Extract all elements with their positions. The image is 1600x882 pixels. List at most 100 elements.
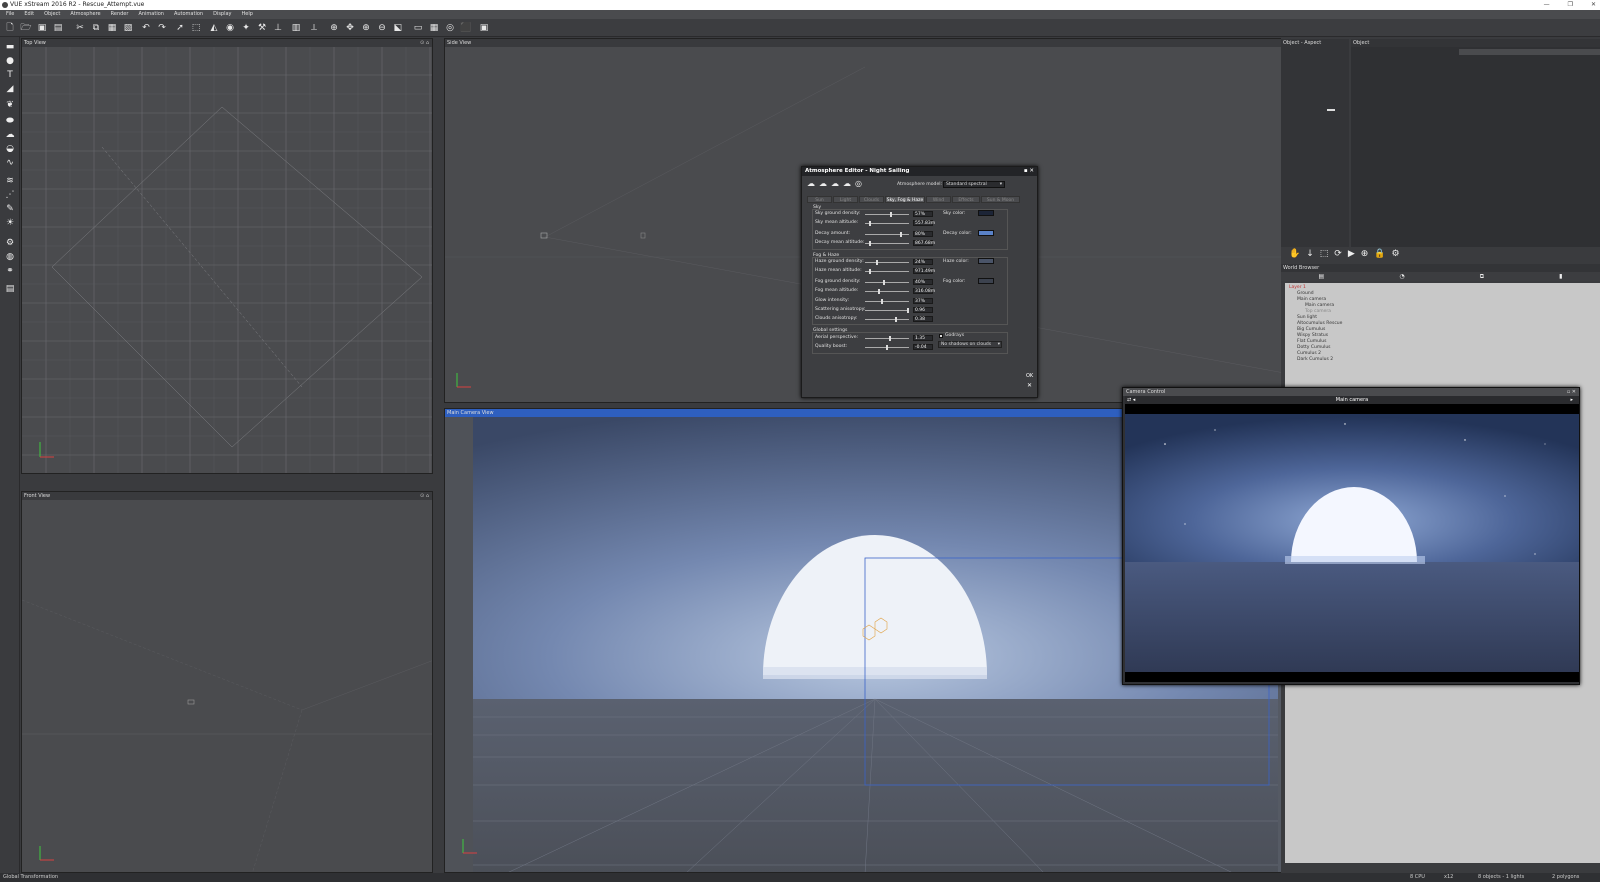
godrays-checkbox[interactable] <box>939 334 943 338</box>
sun-preset-icon[interactable]: ◎ <box>855 179 862 188</box>
select-icon[interactable]: ➚ <box>174 22 186 34</box>
tree-item[interactable]: Flat Cumulus <box>1297 339 1326 344</box>
slider-value-field[interactable]: 971.49m <box>913 268 935 274</box>
wand-icon[interactable]: ⚒ <box>256 22 268 34</box>
lock-icon[interactable]: 🔒 <box>1374 249 1385 259</box>
frame-icon[interactable]: ⬚ <box>1320 249 1329 259</box>
slider-track[interactable] <box>865 271 909 272</box>
menu-render[interactable]: Render <box>109 10 137 19</box>
slider-handle[interactable] <box>890 212 892 217</box>
sky-color-swatch[interactable] <box>978 210 994 216</box>
new-file-icon[interactable]: 🗋 <box>4 22 16 34</box>
slider-track[interactable] <box>865 291 909 292</box>
slider-handle[interactable] <box>876 260 878 265</box>
tree-item[interactable]: Wispy Stratus <box>1297 333 1328 338</box>
zoom-in-icon[interactable]: ⊕ <box>360 22 372 34</box>
view-options-icon[interactable]: ⊙ ⌂ <box>420 39 429 47</box>
global-icon[interactable]: ⊕ <box>328 22 340 34</box>
slider-value-field[interactable]: 80% <box>913 231 933 237</box>
tab-clouds[interactable]: Clouds <box>859 196 884 203</box>
ok-button[interactable]: OK <box>1026 373 1033 379</box>
dialog-close-icon[interactable]: ▪ ✕ <box>1024 167 1034 176</box>
model-select[interactable]: Standard spectral ▾ <box>943 181 1005 188</box>
sphere-icon[interactable]: ● <box>4 55 16 67</box>
camera-icon[interactable]: ⬛ <box>460 22 472 34</box>
cloud-icon[interactable]: ☁ <box>4 129 16 141</box>
slider-value-field[interactable]: 557.83m <box>913 220 935 226</box>
slider-track[interactable] <box>865 214 909 215</box>
materials-tab-icon[interactable]: ◔ <box>1399 273 1404 280</box>
menu-file[interactable]: File <box>4 10 22 19</box>
tree-item[interactable]: Top camera <box>1305 309 1331 314</box>
eco-icon[interactable]: ⋰ <box>4 189 16 201</box>
objects-tab-icon[interactable]: ▤ <box>1319 273 1325 280</box>
palette-icon[interactable]: ✦ <box>240 22 252 34</box>
tab-effects[interactable]: Effects <box>952 196 980 203</box>
orbit-icon[interactable]: ⟳ <box>1334 249 1342 259</box>
slider-track[interactable] <box>865 262 909 263</box>
maximize-icon[interactable]: ❐ <box>1568 0 1573 10</box>
cloud-preset-icon[interactable]: ☁ <box>831 179 839 188</box>
close-icon[interactable]: ✕ <box>1591 0 1596 10</box>
ruler-icon[interactable]: ▬ <box>4 41 16 53</box>
mirror-icon[interactable]: ⟂ <box>308 22 320 34</box>
play-icon[interactable]: ▶ <box>1348 249 1355 259</box>
slider-handle[interactable] <box>886 345 888 350</box>
slider-track[interactable] <box>865 234 909 235</box>
view-options-icon[interactable]: ⊙ ⌂ <box>420 492 429 500</box>
slider-track[interactable] <box>865 310 909 311</box>
fog-color-swatch[interactable] <box>978 278 994 284</box>
copy-icon[interactable]: ⧉ <box>90 22 102 34</box>
plant-icon[interactable]: ❦ <box>4 99 16 111</box>
tree-item[interactable]: Altocumulus Rescue <box>1297 321 1342 326</box>
terrain-icon[interactable]: ◭ <box>208 22 220 34</box>
zoom-out-icon[interactable]: ⊖ <box>376 22 388 34</box>
slider-value-field[interactable]: 24% <box>913 259 933 265</box>
planet-icon[interactable]: ◒ <box>4 143 16 155</box>
shadows-select[interactable]: No shadows on clouds ▾ <box>938 341 1002 348</box>
paint-icon[interactable]: ✎ <box>4 203 16 215</box>
menu-object[interactable]: Object <box>42 10 68 19</box>
haze-color-swatch[interactable] <box>978 258 994 264</box>
spot-icon[interactable]: ⚙ <box>4 237 16 249</box>
align-icon[interactable]: ▥ <box>290 22 302 34</box>
slider-track[interactable] <box>865 243 909 244</box>
render-preview-icon[interactable]: ◎ <box>444 22 456 34</box>
slider-value-field[interactable]: -0.04 <box>913 344 933 350</box>
paste-icon[interactable]: ▦ <box>106 22 118 34</box>
slider-handle[interactable] <box>878 289 880 294</box>
tab-sun[interactable]: Sun <box>807 196 832 203</box>
fit-icon[interactable]: ⬕ <box>392 22 404 34</box>
slider-handle[interactable] <box>889 336 891 341</box>
spline-icon[interactable]: ∿ <box>4 157 16 169</box>
decay-color-swatch[interactable] <box>978 230 994 236</box>
links-tab-icon[interactable]: ⧉ <box>1480 273 1484 281</box>
metablob-icon[interactable]: ⚭ <box>4 265 16 277</box>
menu-automation[interactable]: Automation <box>172 10 211 19</box>
slider-track[interactable] <box>865 282 909 283</box>
tree-item[interactable]: Big Cumulus <box>1297 327 1325 332</box>
slider-handle[interactable] <box>907 308 909 313</box>
group-icon[interactable]: ⬚ <box>190 22 202 34</box>
tab-wind[interactable]: Wind <box>926 196 951 203</box>
slider-handle[interactable] <box>900 232 902 237</box>
boolean-icon[interactable]: ◍ <box>4 251 16 263</box>
undo-icon[interactable]: ↶ <box>140 22 152 34</box>
zoom-icon[interactable]: ⊕ <box>1361 249 1369 259</box>
material-icon[interactable]: ◉ <box>224 22 236 34</box>
object-properties-bar[interactable] <box>1459 49 1600 55</box>
slider-value-field[interactable]: 867.68m <box>913 240 935 246</box>
slider-value-field[interactable]: 1.35 <box>913 335 933 341</box>
slider-track[interactable] <box>865 301 909 302</box>
tab-light[interactable]: Light <box>833 196 858 203</box>
rock-icon[interactable]: ⬬ <box>4 115 16 127</box>
slider-value-field[interactable]: 316.08m <box>913 288 935 294</box>
library-icon[interactable]: ▤ <box>4 283 16 295</box>
menu-display[interactable]: Display <box>211 10 239 19</box>
slider-handle[interactable] <box>881 299 883 304</box>
slider-track[interactable] <box>865 223 909 224</box>
slider-handle[interactable] <box>869 221 871 226</box>
tab-sun-moon[interactable]: Sun & Moon <box>981 196 1020 203</box>
stats-tab-icon[interactable]: ▮ <box>1559 273 1562 280</box>
pan-icon[interactable]: ✋ <box>1289 249 1300 259</box>
